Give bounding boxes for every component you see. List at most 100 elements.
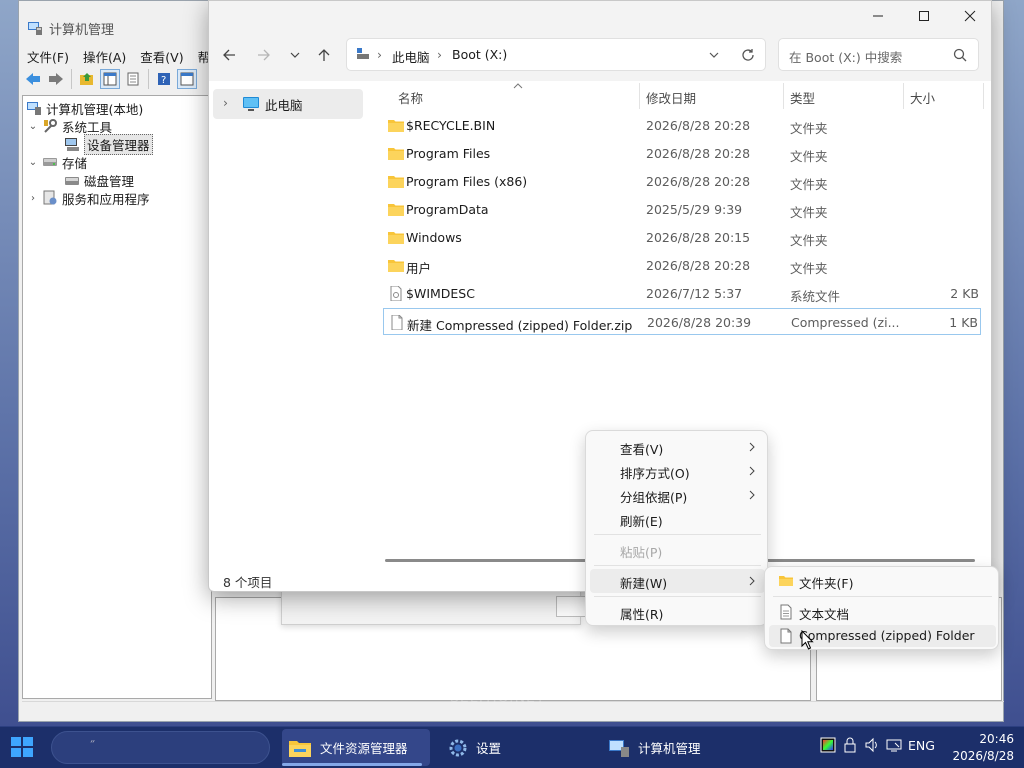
menu-item-view[interactable]: 查看(V) (590, 435, 765, 459)
file-row[interactable]: Windows 2026/8/28 20:15 文件夹 (383, 224, 981, 251)
menu-action[interactable]: 操作(A) (83, 47, 126, 66)
recent-locations-button[interactable] (281, 41, 309, 69)
taskbar-app-computer-management[interactable]: 计算机管理 (602, 729, 752, 766)
forward-arrow-icon[interactable] (46, 69, 66, 89)
nav-item-label: 此电脑 (265, 98, 303, 113)
menu-item-refresh[interactable]: 刷新(E) (590, 507, 765, 531)
file-type: 系统文件 (790, 289, 841, 304)
forward-button[interactable] (250, 41, 278, 69)
refresh-icon[interactable] (741, 48, 755, 62)
system-tray: ENG (820, 737, 935, 753)
chevron-right-icon[interactable]: › (223, 95, 228, 110)
search-icon[interactable] (953, 48, 967, 62)
column-divider[interactable] (783, 83, 784, 109)
file-type: 文件夹 (790, 177, 828, 192)
column-name[interactable]: 名称 (398, 88, 423, 107)
file-row[interactable]: 新建 Compressed (zipped) Folder.zip 2026/8/… (383, 308, 981, 335)
column-divider[interactable] (983, 83, 984, 109)
file-row[interactable]: ProgramData 2025/5/29 9:39 文件夹 (383, 196, 981, 223)
tree-item-disk-management[interactable]: 磁盘管理 (64, 171, 134, 189)
menu-item-new[interactable]: 新建(W) (590, 569, 765, 593)
chevron-right-icon: › (377, 47, 382, 62)
tree-item-services-applications[interactable]: › 服务和应用程序 (28, 189, 150, 207)
clock-time: 20:46 (979, 732, 1014, 746)
file-row[interactable]: Program Files (x86) 2026/8/28 20:28 文件夹 (383, 168, 981, 195)
tree-item-storage[interactable]: ⌄ 存储 (28, 153, 87, 171)
address-bar[interactable]: › 此电脑 › Boot (X:) (346, 38, 766, 71)
taskbar-clock[interactable]: 20:46 2026/8/28 (950, 731, 1014, 765)
drive-icon (357, 48, 369, 59)
file-type: 文件夹 (790, 233, 828, 248)
input-language[interactable]: ENG (908, 738, 935, 753)
file-row[interactable]: $WIMDESC 2026/7/12 5:37 系统文件 2 KB (383, 280, 981, 307)
start-windows-icon[interactable] (10, 736, 34, 758)
taskbar-app-settings[interactable]: 设置 (442, 729, 592, 766)
file-row[interactable]: $RECYCLE.BIN 2026/8/28 20:28 文件夹 (383, 112, 981, 139)
taskbar-app-label: 设置 (476, 741, 502, 756)
up-folder-icon[interactable] (77, 69, 97, 89)
color-profile-icon[interactable] (820, 737, 836, 753)
back-arrow-icon[interactable] (23, 69, 43, 89)
security-lock-icon[interactable] (842, 737, 858, 753)
file-row[interactable]: Program Files 2026/8/28 20:28 文件夹 (383, 140, 981, 167)
menu-separator (594, 565, 761, 566)
chevron-right-icon[interactable]: › (28, 193, 38, 204)
column-headers: 名称 修改日期 类型 大小 (385, 83, 985, 109)
text-document-icon (780, 604, 792, 620)
taskbar-app-file-explorer[interactable]: 文件资源管理器 (282, 729, 430, 766)
chevron-down-icon[interactable]: ⌄ (28, 121, 38, 132)
chevron-down-icon[interactable] (709, 52, 719, 59)
file-date: 2026/7/12 5:37 (646, 286, 743, 301)
console-view-icon[interactable] (177, 69, 197, 89)
menu-file[interactable]: 文件(F) (27, 47, 69, 66)
menu-item-properties[interactable]: 属性(R) (590, 600, 765, 624)
file-row[interactable]: 用户 2026/8/28 20:28 文件夹 (383, 252, 981, 279)
column-type[interactable]: 类型 (790, 88, 815, 107)
sort-ascending-icon (513, 83, 523, 89)
breadcrumb-boot-drive[interactable]: Boot (X:) (452, 47, 507, 62)
file-name: $WIMDESC (406, 286, 475, 301)
taskbar-search-box[interactable]: ˝ (51, 731, 270, 764)
up-button[interactable] (310, 41, 338, 69)
breadcrumb-this-pc[interactable]: 此电脑 (392, 47, 430, 66)
menu-item-group-by[interactable]: 分组依据(P) (590, 483, 765, 507)
folder-icon (388, 260, 404, 272)
folder-icon (388, 176, 404, 188)
close-button[interactable] (947, 1, 993, 31)
file-date: 2025/5/29 9:39 (646, 202, 743, 217)
search-box[interactable]: 在 Boot (X:) 中搜索 (778, 38, 979, 71)
nav-item-this-pc[interactable]: › 此电脑 (213, 89, 363, 119)
file-type: 文件夹 (790, 261, 828, 276)
device-manager-icon (65, 138, 79, 151)
column-divider[interactable] (903, 83, 904, 109)
tree-item-label: 计算机管理(本地) (46, 101, 144, 117)
this-pc-icon (243, 97, 259, 111)
menu-separator (594, 596, 761, 597)
column-date[interactable]: 修改日期 (646, 88, 696, 107)
menu-item-label: 粘贴(P) (620, 545, 663, 560)
column-size[interactable]: 大小 (910, 88, 935, 107)
help-icon[interactable]: ? (154, 69, 174, 89)
tree-item-device-manager[interactable]: 设备管理器 (64, 133, 153, 155)
file-name: 新建 Compressed (zipped) Folder.zip (407, 318, 633, 333)
column-divider[interactable] (639, 83, 640, 109)
menu-view[interactable]: 查看(V) (140, 47, 183, 66)
submenu-item-folder[interactable]: 文件夹(F) (769, 570, 996, 592)
new-submenu: 文件夹(F) 文本文档 Compressed (zipped) Folder (764, 566, 999, 650)
submenu-item-text-document[interactable]: 文本文档 (769, 601, 996, 623)
tree-item-system-tools[interactable]: ⌄ 系统工具 (28, 117, 112, 135)
show-hide-tree-icon[interactable] (100, 69, 120, 89)
folder-icon (388, 120, 404, 132)
minimize-button[interactable] (855, 1, 901, 31)
volume-icon[interactable] (864, 737, 880, 753)
toolbar: ? (23, 69, 197, 93)
back-button[interactable] (215, 41, 243, 69)
menu-item-sort-by[interactable]: 排序方式(O) (590, 459, 765, 483)
tree-item-computer-management[interactable]: 计算机管理(本地) (26, 99, 143, 117)
chevron-down-icon[interactable]: ⌄ (28, 157, 38, 168)
chevron-right-icon (749, 490, 755, 500)
maximize-button[interactable] (901, 1, 947, 31)
network-icon[interactable] (886, 737, 902, 753)
properties-sheet-icon[interactable] (123, 69, 143, 89)
file-name: ProgramData (406, 202, 489, 217)
